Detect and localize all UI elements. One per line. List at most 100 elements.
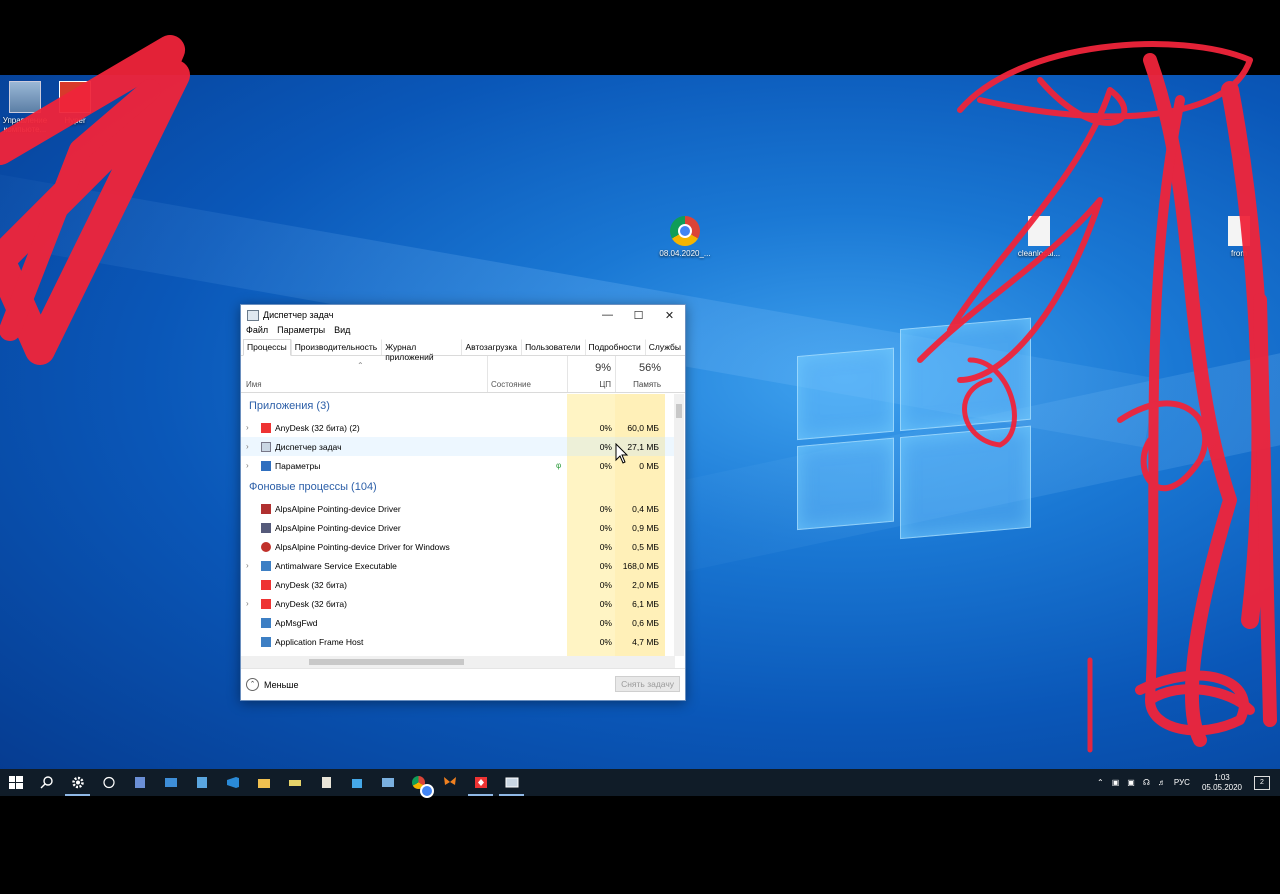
- column-name[interactable]: Имя: [241, 356, 487, 392]
- table-row[interactable]: AlpsAlpine Pointing-device Driver for Wi…: [241, 537, 675, 556]
- notification-center-button[interactable]: 2: [1254, 775, 1270, 790]
- app-icon: [164, 778, 177, 787]
- expand-chevron-icon[interactable]: ›: [246, 461, 249, 470]
- group-background[interactable]: Фоновые процессы (104): [241, 475, 675, 499]
- close-button[interactable]: ✕: [654, 309, 685, 322]
- tab-processes[interactable]: Процессы: [243, 339, 291, 356]
- taskbar-task-manager[interactable]: [496, 769, 527, 796]
- menu-file[interactable]: Файл: [246, 325, 268, 339]
- anydesk-icon: [261, 598, 271, 609]
- feedback-icon: [102, 776, 115, 789]
- tab-users[interactable]: Пользователи: [521, 339, 584, 355]
- taskbar-explorer[interactable]: [248, 769, 279, 796]
- tab-app-history[interactable]: Журнал приложений: [381, 339, 461, 362]
- taskbar-chrome[interactable]: [403, 769, 434, 798]
- expand-chevron-icon[interactable]: ›: [246, 561, 249, 570]
- task-manager-window[interactable]: Диспетчер задач — ☐ ✕ Файл Параметры Вид…: [240, 304, 686, 701]
- gear-icon: [71, 776, 84, 789]
- anydesk-icon: [261, 422, 271, 433]
- table-row[interactable]: AnyDesk (32 бита) 0% 2,0 МБ: [241, 575, 675, 594]
- store-icon: [351, 779, 362, 788]
- tab-performance[interactable]: Производительность: [290, 339, 382, 355]
- fewer-details-button[interactable]: ⌃ Меньше: [246, 678, 299, 691]
- file-icon: [1228, 216, 1250, 246]
- anydesk-icon: [474, 777, 487, 788]
- desktop-icon-cleanlocal[interactable]: cleanlocal...: [1008, 216, 1070, 258]
- desktop-icon-from[interactable]: from: [1208, 216, 1270, 258]
- scrollbar-thumb[interactable]: [309, 659, 464, 665]
- table-row[interactable]: › AnyDesk (32 бита) 0% 6,1 МБ: [241, 594, 675, 613]
- taskbar-feedback[interactable]: [93, 769, 124, 796]
- group-apps[interactable]: Приложения (3): [241, 394, 675, 418]
- tab-strip: Процессы Производительность Журнал прило…: [241, 339, 685, 362]
- taskbar-app[interactable]: [279, 769, 310, 796]
- taskbar-anydesk[interactable]: [465, 769, 496, 796]
- tray-app-icon[interactable]: ▣: [1112, 778, 1120, 787]
- volume-icon[interactable]: ♬: [1158, 778, 1166, 787]
- table-row[interactable]: › AnyDesk (32 бита) (2) 0% 60,0 МБ: [241, 418, 675, 437]
- menu-view[interactable]: Вид: [334, 325, 350, 339]
- clock[interactable]: 1:03 05.05.2020: [1202, 773, 1242, 793]
- vertical-scrollbar[interactable]: [674, 394, 684, 656]
- show-hidden-icons-icon[interactable]: ⌃: [1097, 778, 1104, 787]
- column-cpu[interactable]: 9% ЦП: [567, 356, 615, 392]
- column-status[interactable]: Состояние: [487, 356, 567, 392]
- expand-chevron-icon[interactable]: ›: [246, 599, 249, 608]
- title-bar[interactable]: Диспетчер задач — ☐ ✕: [241, 305, 685, 325]
- column-memory[interactable]: 56% Память: [615, 356, 665, 392]
- process-icon: [261, 617, 271, 628]
- taskbar-app[interactable]: [186, 769, 217, 796]
- taskbar-app[interactable]: [124, 769, 155, 796]
- table-row[interactable]: › Параметры φ 0% 0 МБ: [241, 456, 675, 475]
- expand-chevron-icon[interactable]: ›: [246, 442, 249, 451]
- taskbar-app[interactable]: [434, 769, 465, 796]
- taskbar-vscode[interactable]: [217, 769, 248, 796]
- horizontal-scrollbar[interactable]: [241, 656, 675, 668]
- chevron-up-icon: ⌃: [246, 678, 259, 691]
- menu-options[interactable]: Параметры: [277, 325, 325, 339]
- taskbar-app[interactable]: [155, 769, 186, 796]
- menu-bar: Файл Параметры Вид: [241, 325, 685, 339]
- network-icon: [381, 778, 394, 787]
- hyper-v-icon: [59, 81, 91, 113]
- maximize-button[interactable]: ☐: [623, 309, 654, 322]
- window-footer: ⌃ Меньше Снять задачу: [241, 668, 685, 700]
- network-icon[interactable]: ☊: [1143, 778, 1150, 787]
- input-language[interactable]: РУС: [1174, 778, 1190, 787]
- minimize-button[interactable]: —: [592, 309, 623, 322]
- table-row[interactable]: AlpsAlpine Pointing-device Driver 0% 0,9…: [241, 518, 675, 537]
- tab-services[interactable]: Службы: [644, 339, 685, 355]
- windows-start-icon: [8, 776, 23, 789]
- app-icon: [134, 777, 145, 788]
- tray-app-icon[interactable]: ▣: [1127, 778, 1135, 787]
- taskbar-app[interactable]: [310, 769, 341, 796]
- expand-chevron-icon[interactable]: ›: [246, 423, 249, 432]
- driver-icon: [261, 541, 271, 552]
- butterfly-icon: [443, 777, 456, 785]
- desktop-icon-chrome[interactable]: 08.04.2020_...: [654, 216, 716, 258]
- tab-details[interactable]: Подробности: [584, 339, 645, 355]
- desktop-icon-hyper-v[interactable]: Hyper: [44, 81, 106, 125]
- end-task-button[interactable]: Снять задачу: [615, 676, 680, 692]
- table-row[interactable]: ApMsgFwd 0% 0,6 МБ: [241, 613, 675, 632]
- scrollbar-thumb[interactable]: [676, 404, 682, 418]
- suspended-leaf-icon: φ: [556, 461, 562, 470]
- table-row[interactable]: AlpsAlpine Pointing-device Driver 0% 0,4…: [241, 499, 675, 518]
- task-manager-icon: [505, 777, 518, 788]
- table-row[interactable]: Application Frame Host 0% 4,7 МБ: [241, 632, 675, 651]
- mouse-cursor-icon: [615, 443, 629, 464]
- start-button[interactable]: [0, 769, 31, 796]
- taskbar-app[interactable]: [341, 769, 372, 796]
- search-icon: [40, 776, 53, 789]
- table-row[interactable]: › Диспетчер задач 0% 27,1 МБ: [241, 437, 675, 456]
- search-button[interactable]: [31, 769, 62, 796]
- cpu-total: 9%: [595, 362, 611, 374]
- chrome-icon: [412, 776, 434, 798]
- process-list[interactable]: Приложения (3) › AnyDesk (32 бита) (2) 0…: [241, 394, 675, 656]
- column-headers: ⌃ Имя Состояние 9% ЦП 56% Память: [241, 356, 685, 393]
- tab-startup[interactable]: Автозагрузка: [461, 339, 521, 355]
- taskbar-settings[interactable]: [62, 769, 93, 796]
- taskbar-app[interactable]: [372, 769, 403, 796]
- process-icon: [261, 636, 271, 647]
- table-row[interactable]: › Antimalware Service Executable 0% 168,…: [241, 556, 675, 575]
